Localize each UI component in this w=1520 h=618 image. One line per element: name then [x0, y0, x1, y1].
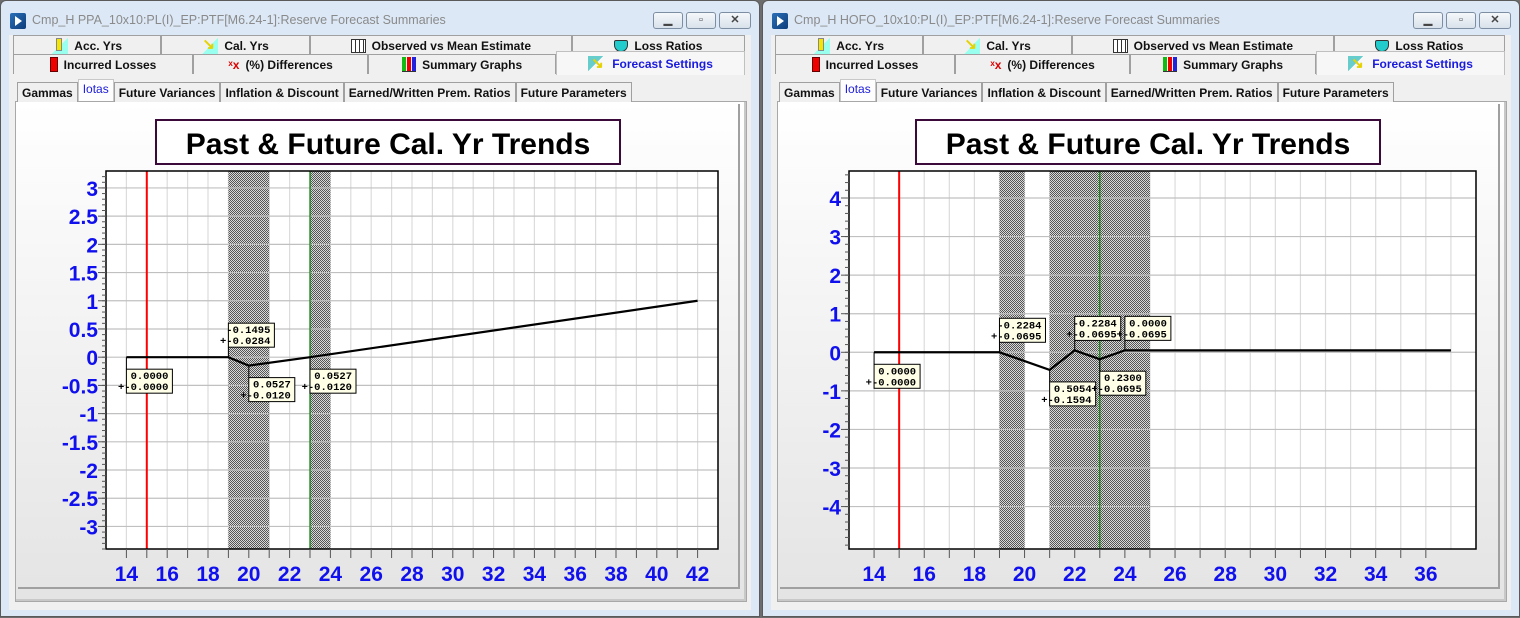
x-tick-label: 38 [604, 563, 628, 586]
x-tick-label: 22 [1063, 563, 1086, 586]
subtab-inflation-discount[interactable]: Inflation & Discount [982, 82, 1106, 102]
subtab-bar: Gammas Iotas Future Variances Inflation … [779, 79, 1394, 102]
y-tick-label: 0 [86, 347, 98, 370]
annotation-stderr-value: +-0.0695 [1116, 329, 1166, 341]
x-tick-label: 14 [862, 563, 886, 586]
x-tick-label: 18 [963, 563, 987, 586]
y-tick-label: -1 [822, 381, 841, 404]
subtab-future-variances[interactable]: Future Variances [113, 82, 221, 102]
x-tick-label: 18 [196, 563, 220, 586]
x-tick-label: 30 [441, 563, 464, 586]
annotation-stderr-value: +-0.0695 [1066, 329, 1116, 341]
tab-forecast-settings[interactable]: Forecast Settings [556, 51, 746, 75]
annotation-stderr-value: +-0.0000 [866, 377, 916, 389]
x-tick-label: 30 [1264, 563, 1287, 586]
y-tick-label: 4 [829, 188, 841, 211]
chart-title: Past & Future Cal. Yr Trends [946, 128, 1351, 161]
x-tick-label: 16 [156, 563, 179, 586]
x-tick-label: 34 [1364, 563, 1388, 586]
y-tick-label: 0 [829, 342, 841, 365]
x-tick-label: 36 [564, 563, 587, 586]
y-tick-label: 3 [86, 178, 98, 201]
x-tick-label: 36 [1414, 563, 1437, 586]
x-tick-label: 26 [1163, 563, 1186, 586]
plot-area [849, 171, 1476, 549]
y-tick-label: 2 [829, 265, 841, 288]
y-tick-label: 3 [829, 227, 841, 250]
x-tick-label: 32 [1314, 563, 1337, 586]
x-tick-label: 28 [1214, 563, 1238, 586]
x-tick-label: 34 [523, 563, 547, 586]
window-hofo: Cmp_H HOFO_10x10:PL(I)_EP:PTF[M6.24-1]:R… [762, 0, 1520, 617]
subtab-earned-written-prem-ratios[interactable]: Earned/Written Prem. Ratios [1105, 82, 1278, 102]
subtab-earned-written-prem-ratios[interactable]: Earned/Written Prem. Ratios [343, 82, 516, 102]
y-tick-label: 1 [86, 291, 98, 314]
annotation-stderr-value: +-0.0695 [991, 331, 1041, 343]
subtab-future-variances[interactable]: Future Variances [875, 82, 983, 102]
x-tick-label: 20 [1013, 563, 1036, 586]
annotation-stderr-value: +-0.0000 [118, 382, 168, 394]
y-tick-label: 1.5 [69, 263, 99, 286]
x-tick-label: 16 [913, 563, 936, 586]
annotation-stderr-value: +-0.0120 [240, 391, 290, 403]
y-tick-label: 1 [829, 304, 841, 327]
subtab-gammas[interactable]: Gammas [779, 82, 840, 102]
x-tick-label: 22 [278, 563, 301, 586]
annotation-stderr-value: +-0.0695 [1091, 384, 1141, 396]
y-tick-label: -3 [822, 458, 841, 481]
y-tick-label: -0.5 [62, 375, 99, 398]
x-tick-label: 20 [237, 563, 260, 586]
shaded-band [310, 171, 331, 549]
y-tick-label: 0.5 [69, 319, 99, 342]
forecast-icon [588, 54, 607, 72]
y-tick-label: 2 [86, 234, 98, 257]
y-tick-label: -4 [822, 497, 841, 520]
annotation-stderr-value: +-0.0120 [302, 382, 352, 394]
subtab-inflation-discount[interactable]: Inflation & Discount [220, 82, 344, 102]
x-tick-label: 24 [1113, 563, 1137, 586]
annotation-stderr-value: +-0.0284 [220, 336, 270, 348]
y-tick-label: -2 [822, 419, 841, 442]
annotation-stderr-value: +-0.1594 [1041, 395, 1091, 407]
x-tick-label: 24 [319, 563, 343, 586]
subtab-iotas[interactable]: Iotas [839, 79, 876, 101]
x-tick-label: 28 [400, 563, 424, 586]
chart-title: Past & Future Cal. Yr Trends [186, 128, 591, 161]
x-tick-label: 40 [645, 563, 668, 586]
x-tick-label: 42 [686, 563, 709, 586]
y-tick-label: 2.5 [69, 206, 99, 229]
x-tick-label: 26 [360, 563, 383, 586]
y-tick-label: -1.5 [62, 432, 99, 455]
x-tick-label: 32 [482, 563, 505, 586]
window-ppa: Cmp_H PPA_10x10:PL(I)_EP:PTF[M6.24-1]:Re… [0, 0, 760, 617]
x-tick-label: 14 [115, 563, 139, 586]
subtab-future-parameters[interactable]: Future Parameters [1277, 82, 1394, 102]
subtab-iotas[interactable]: Iotas [77, 79, 114, 101]
y-tick-label: -3 [79, 516, 98, 539]
y-tick-label: -2.5 [62, 488, 99, 511]
y-tick-label: -1 [79, 404, 98, 427]
y-tick-label: -2 [79, 460, 98, 483]
subtab-bar: Gammas Iotas Future Variances Inflation … [17, 79, 632, 102]
tab-forecast-settings[interactable]: Forecast Settings [1316, 51, 1505, 75]
forecast-icon [1348, 54, 1367, 72]
subtab-future-parameters[interactable]: Future Parameters [515, 82, 632, 102]
subtab-gammas[interactable]: Gammas [17, 82, 78, 102]
